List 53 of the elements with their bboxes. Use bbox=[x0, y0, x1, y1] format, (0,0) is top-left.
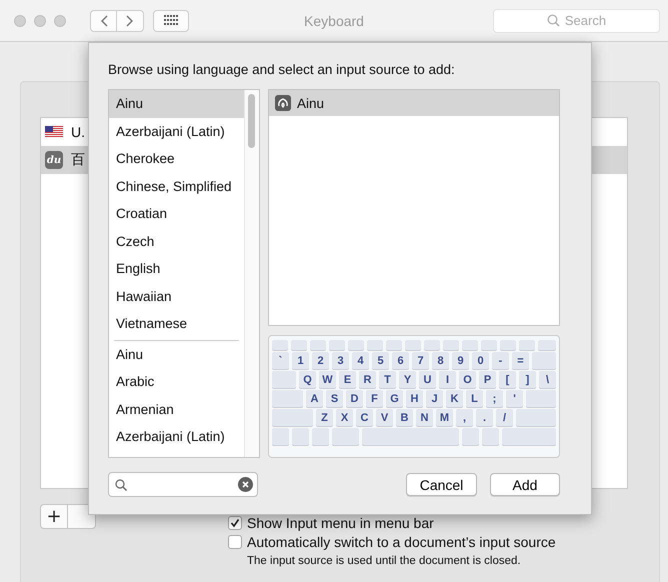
keyboard-key: N bbox=[416, 409, 433, 426]
keyboard-key: W bbox=[319, 371, 336, 388]
keyboard-key: A bbox=[306, 390, 323, 407]
keyboard-key: 3 bbox=[332, 352, 349, 369]
keyboard-key: E bbox=[339, 371, 356, 388]
keyboard-key: C bbox=[356, 409, 373, 426]
keyboard-key: 1 bbox=[292, 352, 309, 369]
keyboard-key: ` bbox=[272, 352, 289, 369]
keyboard-key: H bbox=[406, 390, 423, 407]
keyboard-key: X bbox=[336, 409, 353, 426]
keyboard-key: D bbox=[346, 390, 363, 407]
keyboard-key: \ bbox=[539, 371, 556, 388]
keyboard-key: 9 bbox=[452, 352, 469, 369]
keyboard-key: 2 bbox=[312, 352, 329, 369]
keyboard-key: 4 bbox=[352, 352, 369, 369]
option-label: Show Input menu in menu bar bbox=[247, 515, 434, 531]
keyboard-key: I bbox=[439, 371, 456, 388]
keyboard-key: ] bbox=[519, 371, 536, 388]
app-logo-icon: du bbox=[45, 151, 63, 169]
keyboard-key: 8 bbox=[432, 352, 449, 369]
keyboard-key: ; bbox=[486, 390, 503, 407]
keyboard-key: Z bbox=[316, 409, 333, 426]
keyboard-key: 7 bbox=[412, 352, 429, 369]
keyboard-key: B bbox=[396, 409, 413, 426]
keyboard-key: S bbox=[326, 390, 343, 407]
keyboard-key: - bbox=[492, 352, 509, 369]
keyboard-key: ' bbox=[506, 390, 523, 407]
keyboard-key: Y bbox=[399, 371, 416, 388]
keyboard-key: 0 bbox=[472, 352, 489, 369]
keyboard-key: [ bbox=[499, 371, 516, 388]
keyboard-key: T bbox=[379, 371, 396, 388]
keyboard-key: 5 bbox=[372, 352, 389, 369]
keyboard-key: , bbox=[456, 409, 473, 426]
keyboard-key: K bbox=[446, 390, 463, 407]
keyboard-key: R bbox=[359, 371, 376, 388]
keyboard-key: V bbox=[376, 409, 393, 426]
keyboard-key: L bbox=[466, 390, 483, 407]
option-note: The input source is used until the document is closed. bbox=[247, 555, 522, 567]
keyboard-key: Q bbox=[299, 371, 316, 388]
keyboard-key: F bbox=[366, 390, 383, 407]
keyboard-key: 6 bbox=[392, 352, 409, 369]
window-title: Keyboard bbox=[304, 12, 364, 28]
keyboard-key: = bbox=[512, 352, 529, 369]
keyboard-key: U bbox=[419, 371, 436, 388]
keyboard-key: P bbox=[479, 371, 496, 388]
keyboard-key: M bbox=[436, 409, 453, 426]
keyboard-key: / bbox=[496, 409, 513, 426]
keyboard-key: J bbox=[426, 390, 443, 407]
sheet-prompt: Browse using language and select an input source to add: bbox=[108, 62, 456, 79]
keyboard-key: . bbox=[476, 409, 493, 426]
keyboard-key: O bbox=[459, 371, 476, 388]
option-label: Automatically switch to a document’s input source bbox=[247, 534, 556, 550]
keyboard-key: G bbox=[386, 390, 403, 407]
